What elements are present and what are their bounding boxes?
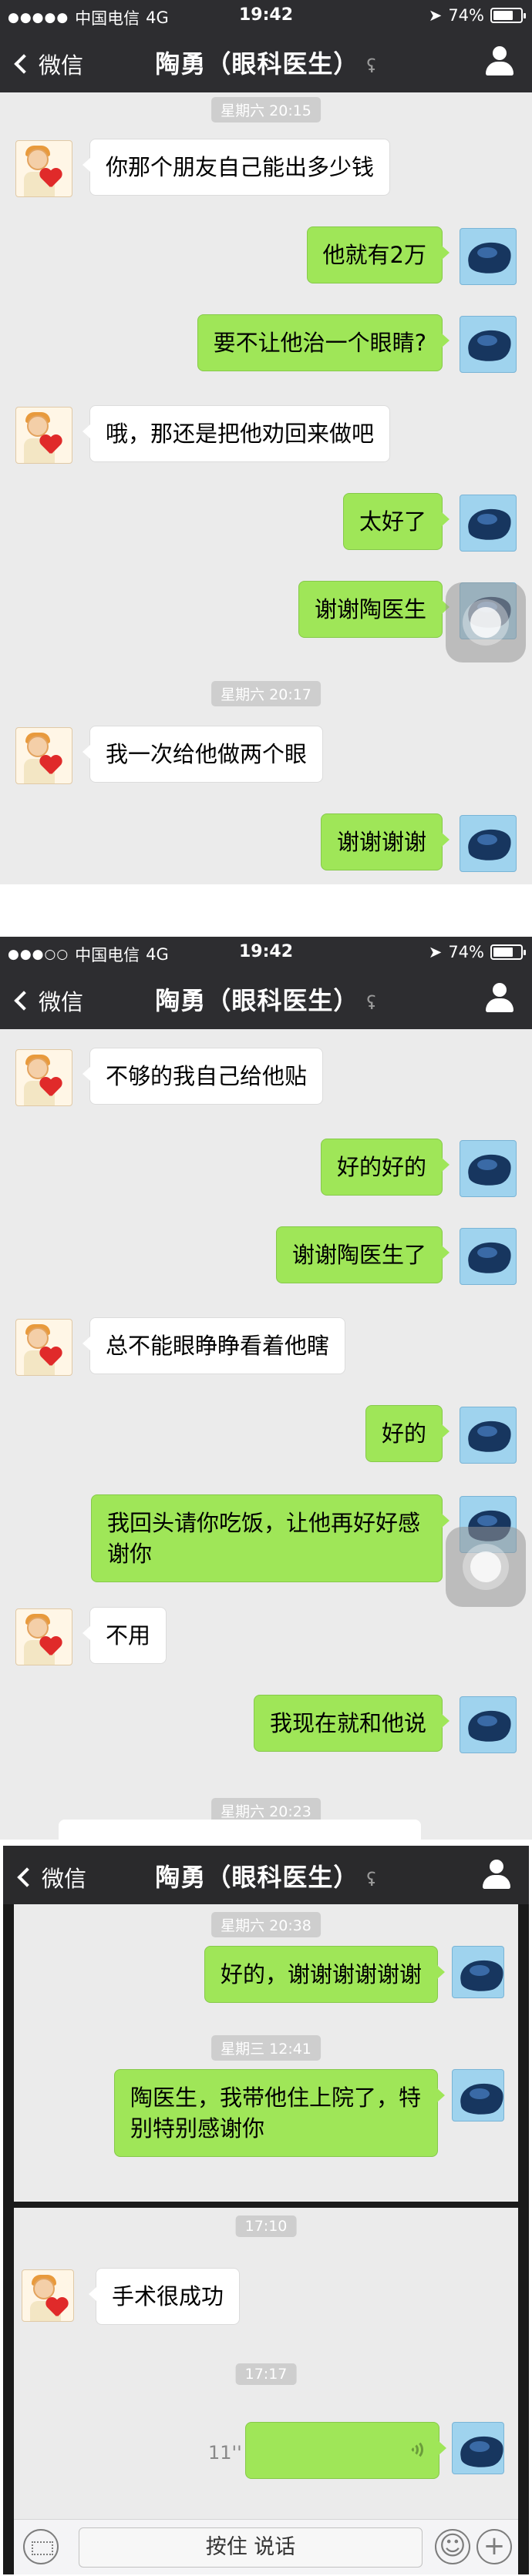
timestamp: 星期六 20:38: [211, 1912, 321, 1937]
message-bubble[interactable]: 好的，谢谢谢谢谢谢: [204, 1946, 446, 2003]
nav-bar: 微信 陶勇（眼科医生） ʢ: [0, 968, 532, 1029]
message-bubble[interactable]: 要不让他治一个眼睛?: [197, 314, 450, 371]
separator: [0, 884, 532, 937]
user-avatar[interactable]: [452, 2422, 504, 2474]
message-bubble[interactable]: 太好了: [342, 493, 450, 550]
message-bubble[interactable]: 谢谢谢谢: [320, 813, 450, 870]
chat-screenshot-3: 微信 陶勇（眼科医生） ʢ 星期六 20:38 好的，谢谢谢谢谢谢 星期三 12:…: [3, 1846, 529, 2574]
chat-panel-a: 星期六 20:38 好的，谢谢谢谢谢谢 星期三 12:41 陶医生，我带他住上院…: [14, 1904, 518, 2202]
battery-percent: 74%: [448, 943, 484, 961]
user-avatar[interactable]: [460, 316, 517, 373]
emoji-icon[interactable]: ☺: [435, 2529, 470, 2564]
assistive-touch-button[interactable]: [446, 582, 526, 662]
doctor-avatar[interactable]: [15, 1049, 72, 1106]
user-avatar[interactable]: [460, 815, 517, 872]
battery-icon: [490, 944, 526, 960]
user-avatar[interactable]: [460, 1140, 517, 1197]
message-bubble[interactable]: 我回头请你吃饭，让他再好好感谢你: [91, 1494, 450, 1582]
battery-icon: [490, 8, 526, 23]
plus-icon[interactable]: +: [476, 2529, 512, 2564]
chat-title: 陶勇（眼科医生） ʢ: [155, 986, 377, 1015]
timestamp: 17:17: [235, 2363, 297, 2385]
timestamp: 星期三 12:41: [211, 2035, 321, 2061]
timestamp: 星期六 20:15: [211, 97, 321, 122]
message-bubble[interactable]: 谢谢陶医生了: [275, 1226, 450, 1283]
location-arrow-icon: ➤: [428, 6, 443, 25]
doctor-avatar[interactable]: [15, 1608, 72, 1665]
user-avatar[interactable]: [452, 2069, 504, 2122]
status-bar: ●●●○○ 中国电信 4G 19:42 ➤ 74%: [0, 937, 532, 968]
message-bubble[interactable]: 谢谢陶医生: [298, 581, 450, 638]
message-bubble[interactable]: 陶医生，我带他住上院了，特别特别感谢你: [114, 2069, 445, 2157]
message-bubble-partial: [59, 1820, 421, 1840]
nav-bar: 微信 陶勇（眼科医生） ʢ: [0, 31, 532, 92]
message-bubble[interactable]: 手术很成功: [88, 2268, 241, 2325]
chat-panel-b: 17:10 手术很成功 17:17 11'': [14, 2208, 518, 2519]
battery-percent: 74%: [448, 6, 484, 25]
chat-title: 陶勇（眼科医生） ʢ: [155, 1863, 377, 1892]
earpiece-icon: ʢ: [366, 992, 377, 1014]
message-bubble[interactable]: 总不能眼睁睁看着他瞎: [82, 1317, 346, 1374]
user-avatar[interactable]: [460, 1407, 517, 1464]
user-avatar[interactable]: [460, 1228, 517, 1285]
voice-duration: 11'': [208, 2442, 242, 2464]
message-bubble[interactable]: 我一次给他做两个眼: [82, 726, 324, 783]
nav-bar: 微信 陶勇（眼科医生） ʢ: [3, 1846, 529, 1904]
chat-title: 陶勇（眼科医生） ʢ: [155, 49, 377, 79]
keyboard-icon[interactable]: [23, 2529, 59, 2564]
message-bubble[interactable]: 好的好的: [320, 1139, 450, 1196]
user-avatar[interactable]: [460, 228, 517, 285]
chat-screenshot-1: ●●●●● 中国电信 4G 19:42 ➤ 74% 微信 陶勇（眼科医生） ʢ 星…: [0, 0, 532, 884]
separator: [0, 1840, 532, 1846]
hold-to-talk-button[interactable]: 按住 说话: [79, 2527, 423, 2568]
message-bubble[interactable]: 不用: [82, 1607, 167, 1664]
status-bar: ●●●●● 中国电信 4G 19:42 ➤ 74%: [0, 0, 532, 31]
message-bubble[interactable]: 哦，那还是把他劝回来做吧: [82, 405, 391, 462]
doctor-avatar[interactable]: [15, 1319, 72, 1376]
assistive-touch-button[interactable]: [446, 1527, 526, 1607]
chat-info-button[interactable]: [484, 46, 515, 77]
input-bar: 按住 说话 ☺ +: [14, 2519, 518, 2574]
voice-message-bubble[interactable]: [245, 2422, 446, 2479]
earpiece-icon: ʢ: [366, 55, 377, 77]
user-avatar[interactable]: [460, 1696, 517, 1753]
doctor-avatar[interactable]: [22, 2269, 74, 2322]
message-bubble[interactable]: 好的: [365, 1405, 450, 1462]
user-avatar[interactable]: [452, 1946, 504, 1998]
chat-info-button[interactable]: [481, 1860, 512, 1890]
timestamp: 星期六 20:17: [211, 681, 321, 706]
doctor-avatar[interactable]: [15, 140, 72, 197]
chat-info-button[interactable]: [484, 983, 515, 1014]
chat-screenshot-2: ●●●○○ 中国电信 4G 19:42 ➤ 74% 微信 陶勇（眼科医生） ʢ 不…: [0, 937, 532, 1840]
doctor-avatar[interactable]: [15, 727, 72, 784]
message-bubble[interactable]: 我现在就和他说: [253, 1695, 450, 1752]
earpiece-icon: ʢ: [366, 1869, 377, 1890]
location-arrow-icon: ➤: [428, 943, 443, 961]
timestamp: 17:10: [235, 2215, 297, 2237]
message-bubble[interactable]: 不够的我自己给他贴: [82, 1048, 324, 1105]
message-bubble[interactable]: 你那个朋友自己能出多少钱: [82, 139, 391, 196]
doctor-avatar[interactable]: [15, 407, 72, 464]
voice-wave-icon: [406, 2440, 426, 2460]
user-avatar[interactable]: [460, 495, 517, 552]
message-bubble[interactable]: 他就有2万: [306, 226, 450, 283]
